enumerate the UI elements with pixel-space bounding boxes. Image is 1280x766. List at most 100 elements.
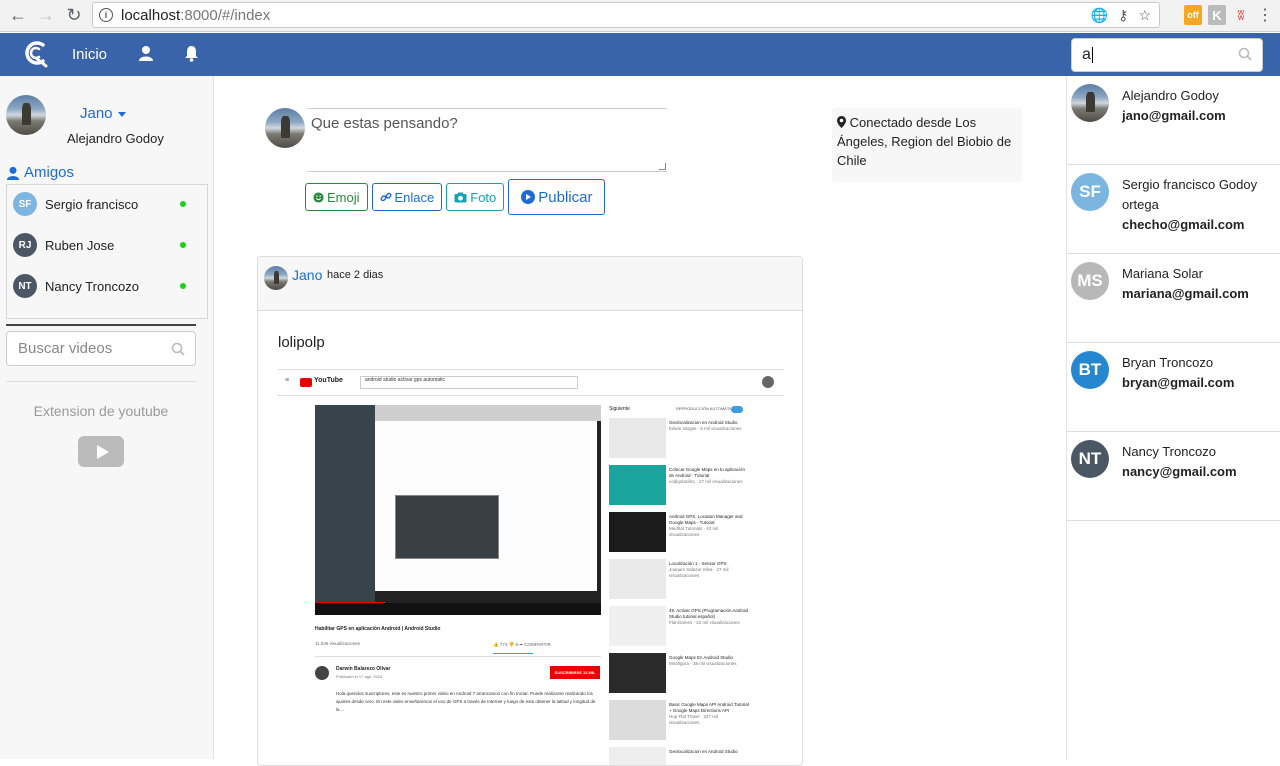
embedded-side-thumbnail [609, 747, 666, 765]
user-name: Alejandro Godoy [1122, 88, 1219, 103]
link-button[interactable]: Enlace [371, 183, 443, 211]
info-icon[interactable]: i [99, 8, 113, 22]
user-email: checho@gmail.com [1122, 217, 1245, 232]
arrow-right-circle-icon [521, 190, 536, 204]
video-search-input[interactable]: Buscar videos [6, 331, 196, 366]
nav-home-link[interactable]: Inicio [72, 46, 107, 63]
user-short-name: Jano [80, 105, 113, 122]
user-dropdown[interactable]: Jano [80, 105, 126, 122]
off-extension-icon[interactable]: off [1184, 5, 1202, 25]
embedded-side-video: Android GPS, Location Manager and Google… [669, 514, 743, 537]
publish-button[interactable]: Publicar [508, 179, 606, 215]
online-status-dot [180, 283, 186, 289]
video-search-placeholder: Buscar videos [18, 340, 113, 357]
photo-button-label: Foto [470, 189, 497, 205]
friend-name: Ruben Jose [45, 237, 115, 253]
user-search-value: a [1082, 46, 1091, 63]
friends-title[interactable]: Amigos [6, 164, 74, 181]
caret-down-icon [117, 111, 126, 117]
link-icon [380, 192, 392, 202]
friend-item[interactable]: RJ Ruben Jose [13, 233, 203, 257]
embedded-side-thumbnail [609, 512, 666, 552]
avatar[interactable] [264, 266, 288, 290]
embedded-side-thumbnail [609, 465, 666, 505]
user-name: Bryan Troncozo [1122, 355, 1214, 370]
search-icon[interactable] [171, 342, 185, 356]
camera-icon [454, 192, 467, 202]
url-path: :8000/#/index [180, 6, 271, 24]
avatar [1071, 84, 1109, 122]
star-icon[interactable]: ☆ [1138, 7, 1151, 24]
user-list-item[interactable]: BT Bryan Troncozo bryan@gmail.com [1067, 343, 1280, 432]
user-list-item[interactable]: Alejandro Godoy jano@gmail.com [1067, 76, 1280, 165]
browser-menu-icon[interactable]: ⋮ [1256, 5, 1274, 25]
k-extension-icon[interactable]: K [1208, 5, 1226, 25]
composer-placeholder: Que estas pensando? [311, 115, 458, 132]
friend-avatar: RJ [13, 233, 37, 257]
avatar: BT [1071, 351, 1109, 389]
post-time: hace 2 dias [327, 269, 384, 281]
friend-item[interactable]: SF Sergio francisco [13, 192, 203, 216]
post-header: Jano hace 2 dias [258, 257, 802, 311]
embedded-actions: 👍 774 👎 6 ➦ COMPARTIR [493, 642, 551, 647]
embedded-description: Hola queridos suscriptores, este es nues… [336, 691, 596, 712]
youtube-play-icon[interactable] [78, 436, 124, 467]
link-button-label: Enlace [394, 189, 435, 205]
app-logo-icon[interactable] [22, 38, 48, 68]
avatar [315, 666, 329, 680]
embedded-yt-header: ≡ YouTube android studio activar gps aut… [278, 370, 784, 396]
search-icon[interactable] [1238, 47, 1252, 61]
user-name: Nancy Troncozo [1122, 444, 1216, 459]
left-sidebar: Jano Alejandro Godoy Amigos SF Sergio fr… [0, 76, 214, 759]
friend-name: Sergio francisco [45, 196, 139, 212]
friend-name: Nancy Troncozo [45, 278, 139, 294]
app-navbar: Inicio a [0, 33, 1280, 76]
user-icon[interactable] [138, 45, 154, 61]
resize-handle[interactable] [659, 163, 666, 170]
post-card: Jano hace 2 dias lolipolp ≡ YouTube andr… [257, 256, 803, 766]
user-list-item[interactable]: MS Mariana Solar mariana@gmail.com [1067, 254, 1280, 343]
post-composer-textarea[interactable]: Que estas pensando? [307, 108, 667, 172]
online-status-dot [180, 201, 186, 207]
embedded-side-thumbnail [609, 653, 666, 693]
url-host: localhost [121, 6, 181, 24]
photo-button[interactable]: Foto [446, 183, 505, 211]
user-list-item[interactable]: NT Nancy Troncozo nancy@gmail.com [1067, 432, 1280, 521]
online-status-dot [180, 242, 186, 248]
user-email: nancy@gmail.com [1122, 464, 1237, 479]
embedded-subscribe: SUSCRIBIRSE 12 MIL [550, 666, 600, 679]
right-user-panel: Alejandro Godoy jano@gmail.com SF Sergio … [1066, 76, 1280, 759]
embedded-channel-date: Publicado el 17 ago. 2016 [336, 674, 383, 679]
embedded-views: 11.545 visualizaciones [315, 641, 360, 646]
user-list-item[interactable]: SF Sergio francisco Godoy ortega checho@g… [1067, 165, 1280, 254]
emoji-button[interactable]: Emoji [305, 183, 368, 211]
back-arrow-icon[interactable]: ← [4, 2, 32, 30]
location-box: Conectado desde Los Ángeles, Region del … [832, 108, 1022, 182]
forward-arrow-icon[interactable]: → [32, 2, 60, 30]
embedded-side-video: Geolocalizacion en Android Studio [669, 749, 738, 754]
post-image[interactable]: ≡ YouTube android studio activar gps aut… [278, 369, 784, 765]
embedded-video-title: Habilitar GPS en aplicación Android | An… [315, 626, 441, 632]
key-icon[interactable]: ⚷ [1118, 7, 1128, 24]
user-name: Mariana Solar [1122, 266, 1203, 281]
avatar[interactable] [6, 95, 46, 135]
embedded-side-thumbnail [609, 559, 666, 599]
friends-list: SF Sergio francisco RJ Ruben Jose NT Nan… [6, 184, 208, 319]
friend-avatar: NT [13, 274, 37, 298]
embedded-side-header: Siguiente [609, 406, 630, 412]
post-author[interactable]: Jano [292, 267, 322, 283]
user-search-input[interactable]: a [1071, 38, 1263, 72]
w-extension-icon[interactable]: ʬ [1232, 5, 1250, 25]
embedded-channel: Darwin Balarezo Olivar [336, 666, 391, 672]
reload-icon[interactable]: ↻ [60, 2, 88, 30]
avatar [265, 108, 305, 148]
youtube-wordmark: YouTube [314, 377, 343, 384]
address-bar[interactable]: i localhost:8000/#/index 🌐 ⚷ ☆ [92, 2, 1160, 28]
translate-icon[interactable]: 🌐 [1091, 7, 1108, 24]
youtube-logo-icon [300, 378, 312, 387]
avatar: NT [1071, 440, 1109, 478]
divider [6, 324, 196, 326]
friend-item[interactable]: NT Nancy Troncozo [13, 274, 203, 298]
bell-icon[interactable] [184, 45, 199, 62]
embedded-side-video: Geolocalizacion en Android Studio Edwin V… [669, 420, 742, 431]
